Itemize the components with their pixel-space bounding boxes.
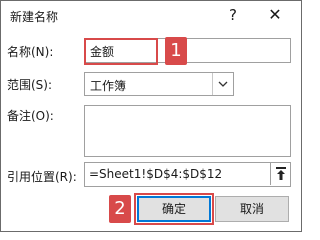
cancel-button[interactable]: 取消 <box>215 196 289 222</box>
close-button[interactable]: ✕ <box>265 5 285 25</box>
step-1-badge: 1 <box>165 37 187 65</box>
ok-button[interactable]: 确定 <box>137 196 211 222</box>
refers-to-value: =Sheet1!$D$4:$D$12 <box>89 167 223 181</box>
step-2-badge: 2 <box>109 195 131 223</box>
chevron-down-icon[interactable] <box>212 73 233 95</box>
dialog-title: 新建名称 <box>10 10 59 24</box>
help-button[interactable]: ? <box>225 5 241 25</box>
upload-arrow-icon <box>276 167 286 180</box>
collapse-dialog-button[interactable] <box>270 163 290 185</box>
comment-label: 备注(O): <box>7 109 54 123</box>
scope-label: 范围(S): <box>7 78 53 92</box>
refers-to-label: 引用位置(R): <box>7 170 77 184</box>
title-bar: 新建名称 ? ✕ <box>1 1 301 31</box>
scope-dropdown[interactable]: 工作簿 <box>84 72 234 96</box>
name-label: 名称(N): <box>7 45 54 59</box>
name-highlight-box <box>84 38 158 65</box>
comment-textarea[interactable] <box>84 105 291 157</box>
new-name-dialog: 新建名称 ? ✕ 名称(N): 金额 1 范围(S): 工作簿 备注(O): 引… <box>0 0 302 232</box>
refers-to-field[interactable]: =Sheet1!$D$4:$D$12 <box>84 162 291 187</box>
scope-value: 工作簿 <box>90 79 127 93</box>
